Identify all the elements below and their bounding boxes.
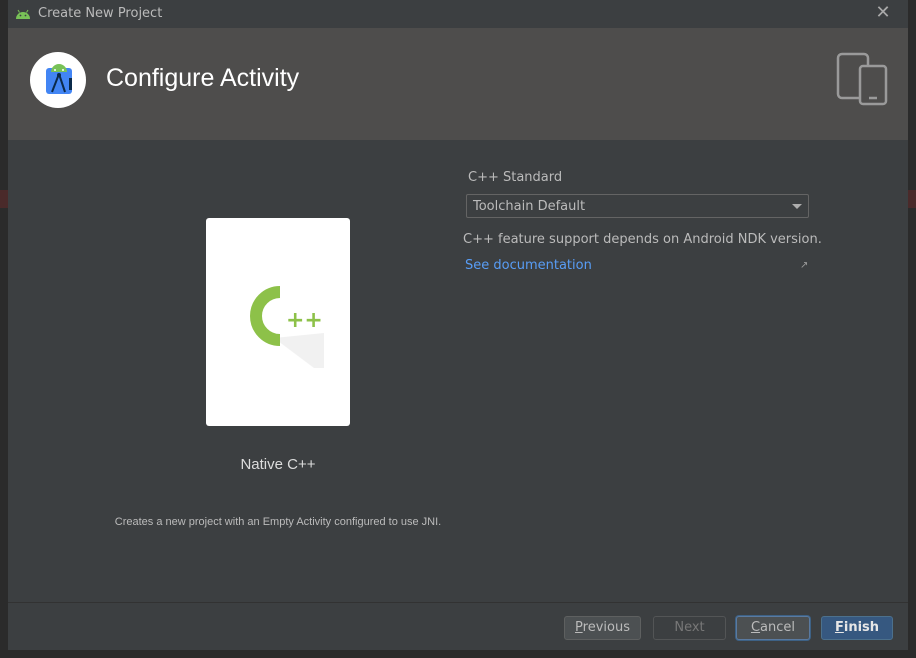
close-icon[interactable]: ✕ [874, 4, 892, 22]
template-name: Native C++ [240, 456, 316, 473]
external-link-icon[interactable]: ↗ [800, 260, 808, 271]
previous-button[interactable]: Previous [564, 616, 641, 640]
ide-error-line [908, 190, 916, 208]
cpp-standard-select[interactable]: Toolchain Default [466, 194, 809, 218]
cpp-icon: ++ [250, 286, 324, 368]
finish-button[interactable]: Finish [821, 616, 893, 640]
finish-label: inish [843, 620, 880, 635]
android-icon [16, 9, 30, 19]
previous-label: revious [582, 620, 630, 635]
cpp-standard-label: C++ Standard [468, 170, 563, 185]
svg-text:++: ++ [286, 308, 323, 333]
devices-icon [836, 52, 888, 106]
ndk-info-text: C++ feature support depends on Android N… [463, 232, 822, 247]
chevron-down-icon [792, 204, 802, 209]
window-title: Create New Project [38, 6, 163, 21]
next-button[interactable]: Next [653, 616, 726, 640]
background-ide-edge-right [908, 0, 916, 658]
android-studio-logo-icon [30, 52, 86, 108]
previous-mnemonic: P [575, 620, 583, 635]
cancel-button[interactable]: Cancel [736, 616, 810, 640]
template-description: Creates a new project with an Empty Acti… [114, 516, 442, 528]
title-bar: Create New Project ✕ [8, 0, 908, 28]
see-documentation-link[interactable]: See documentation [465, 258, 592, 273]
finish-mnemonic: F [834, 620, 844, 635]
ide-error-line [0, 190, 8, 208]
template-preview-card: ++ [206, 218, 350, 426]
page-title: Configure Activity [106, 64, 300, 92]
dialog-footer: Previous Next Cancel Finish [8, 602, 908, 650]
create-project-dialog: Create New Project ✕ Configure Activity [8, 0, 908, 650]
cancel-label: ancel [760, 620, 796, 635]
dialog-content: ++ Native C++ Creates a new project with… [8, 140, 908, 602]
background-ide-edge-left [0, 0, 8, 658]
dialog-header: Configure Activity [8, 28, 908, 140]
cpp-standard-value: Toolchain Default [473, 199, 586, 214]
cancel-mnemonic: C [750, 620, 761, 635]
